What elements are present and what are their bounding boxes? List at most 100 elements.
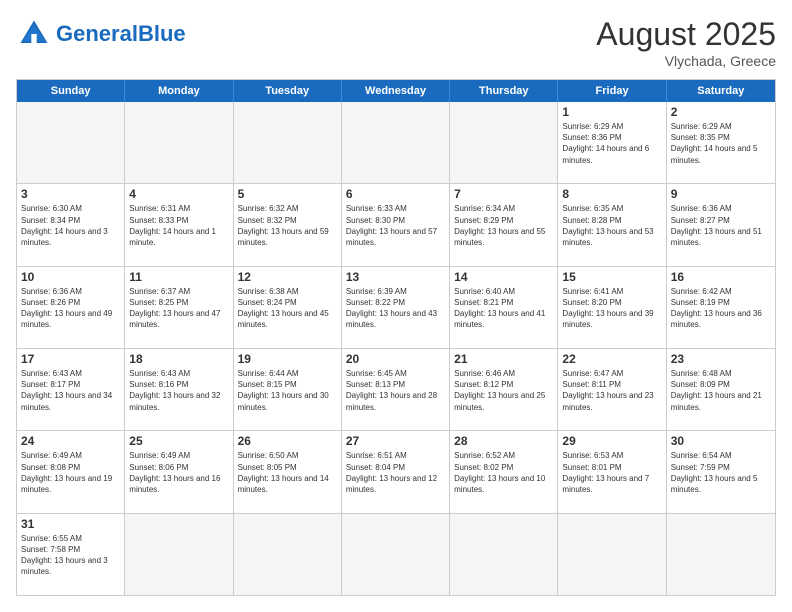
day-info: Sunrise: 6:40 AM Sunset: 8:21 PM Dayligh… bbox=[454, 286, 553, 331]
logo-blue: Blue bbox=[138, 21, 186, 46]
calendar-cell bbox=[234, 102, 342, 183]
calendar-cell bbox=[125, 102, 233, 183]
day-info: Sunrise: 6:37 AM Sunset: 8:25 PM Dayligh… bbox=[129, 286, 228, 331]
day-info: Sunrise: 6:29 AM Sunset: 8:36 PM Dayligh… bbox=[562, 121, 661, 166]
day-number: 18 bbox=[129, 352, 228, 366]
calendar-cell bbox=[667, 514, 775, 595]
day-info: Sunrise: 6:35 AM Sunset: 8:28 PM Dayligh… bbox=[562, 203, 661, 248]
calendar-week-6: 31 Sunrise: 6:55 AM Sunset: 7:58 PM Dayli… bbox=[17, 514, 775, 595]
day-number: 27 bbox=[346, 434, 445, 448]
day-info: Sunrise: 6:44 AM Sunset: 8:15 PM Dayligh… bbox=[238, 368, 337, 413]
calendar-cell bbox=[558, 514, 666, 595]
day-number: 1 bbox=[562, 105, 661, 119]
day-number: 17 bbox=[21, 352, 120, 366]
day-info: Sunrise: 6:42 AM Sunset: 8:19 PM Dayligh… bbox=[671, 286, 771, 331]
calendar-cell: 1 Sunrise: 6:29 AM Sunset: 8:36 PM Daylig… bbox=[558, 102, 666, 183]
day-number: 24 bbox=[21, 434, 120, 448]
calendar-cell: 31 Sunrise: 6:55 AM Sunset: 7:58 PM Dayli… bbox=[17, 514, 125, 595]
day-number: 11 bbox=[129, 270, 228, 284]
calendar-cell: 28 Sunrise: 6:52 AM Sunset: 8:02 PM Dayli… bbox=[450, 431, 558, 512]
title-block: August 2025 Vlychada, Greece bbox=[596, 16, 776, 69]
calendar-cell bbox=[450, 102, 558, 183]
calendar-cell: 20 Sunrise: 6:45 AM Sunset: 8:13 PM Dayli… bbox=[342, 349, 450, 430]
calendar-cell bbox=[17, 102, 125, 183]
day-number: 12 bbox=[238, 270, 337, 284]
day-info: Sunrise: 6:51 AM Sunset: 8:04 PM Dayligh… bbox=[346, 450, 445, 495]
calendar: SundayMondayTuesdayWednesdayThursdayFrid… bbox=[16, 79, 776, 596]
day-info: Sunrise: 6:34 AM Sunset: 8:29 PM Dayligh… bbox=[454, 203, 553, 248]
day-info: Sunrise: 6:47 AM Sunset: 8:11 PM Dayligh… bbox=[562, 368, 661, 413]
calendar-week-3: 10 Sunrise: 6:36 AM Sunset: 8:26 PM Dayli… bbox=[17, 267, 775, 349]
logo-text: GeneralBlue bbox=[56, 23, 186, 45]
calendar-cell: 2Sunrise: 6:29 AM Sunset: 8:35 PM Daylig… bbox=[667, 102, 775, 183]
day-number: 28 bbox=[454, 434, 553, 448]
day-info: Sunrise: 6:46 AM Sunset: 8:12 PM Dayligh… bbox=[454, 368, 553, 413]
day-info: Sunrise: 6:31 AM Sunset: 8:33 PM Dayligh… bbox=[129, 203, 228, 248]
calendar-week-5: 24 Sunrise: 6:49 AM Sunset: 8:08 PM Dayli… bbox=[17, 431, 775, 513]
day-number: 23 bbox=[671, 352, 771, 366]
calendar-cell: 17Sunrise: 6:43 AM Sunset: 8:17 PM Dayli… bbox=[17, 349, 125, 430]
day-info: Sunrise: 6:39 AM Sunset: 8:22 PM Dayligh… bbox=[346, 286, 445, 331]
calendar-cell: 25 Sunrise: 6:49 AM Sunset: 8:06 PM Dayli… bbox=[125, 431, 233, 512]
header: GeneralBlue August 2025 Vlychada, Greece bbox=[16, 16, 776, 69]
calendar-cell: 23Sunrise: 6:48 AM Sunset: 8:09 PM Dayli… bbox=[667, 349, 775, 430]
calendar-cell: 4 Sunrise: 6:31 AM Sunset: 8:33 PM Daylig… bbox=[125, 184, 233, 265]
header-day-thursday: Thursday bbox=[450, 80, 558, 102]
day-number: 16 bbox=[671, 270, 771, 284]
day-number: 5 bbox=[238, 187, 337, 201]
calendar-cell: 21 Sunrise: 6:46 AM Sunset: 8:12 PM Dayli… bbox=[450, 349, 558, 430]
subtitle: Vlychada, Greece bbox=[596, 53, 776, 69]
logo-general: General bbox=[56, 21, 138, 46]
day-number: 26 bbox=[238, 434, 337, 448]
day-number: 21 bbox=[454, 352, 553, 366]
day-info: Sunrise: 6:41 AM Sunset: 8:20 PM Dayligh… bbox=[562, 286, 661, 331]
day-number: 3 bbox=[21, 187, 120, 201]
header-day-sunday: Sunday bbox=[17, 80, 125, 102]
day-number: 13 bbox=[346, 270, 445, 284]
day-info: Sunrise: 6:30 AM Sunset: 8:34 PM Dayligh… bbox=[21, 203, 120, 248]
main-title: August 2025 bbox=[596, 16, 776, 53]
header-day-friday: Friday bbox=[558, 80, 666, 102]
day-number: 20 bbox=[346, 352, 445, 366]
header-day-wednesday: Wednesday bbox=[342, 80, 450, 102]
calendar-cell: 29 Sunrise: 6:53 AM Sunset: 8:01 PM Dayli… bbox=[558, 431, 666, 512]
calendar-cell: 16 Sunrise: 6:42 AM Sunset: 8:19 PM Dayli… bbox=[667, 267, 775, 348]
day-number: 7 bbox=[454, 187, 553, 201]
day-number: 15 bbox=[562, 270, 661, 284]
calendar-cell: 6Sunrise: 6:33 AM Sunset: 8:30 PM Daylig… bbox=[342, 184, 450, 265]
day-number: 2 bbox=[671, 105, 771, 119]
day-number: 25 bbox=[129, 434, 228, 448]
calendar-header-row: SundayMondayTuesdayWednesdayThursdayFrid… bbox=[17, 80, 775, 102]
day-number: 30 bbox=[671, 434, 771, 448]
logo: GeneralBlue bbox=[16, 16, 186, 52]
calendar-cell: 22 Sunrise: 6:47 AM Sunset: 8:11 PM Dayli… bbox=[558, 349, 666, 430]
day-info: Sunrise: 6:52 AM Sunset: 8:02 PM Dayligh… bbox=[454, 450, 553, 495]
day-info: Sunrise: 6:33 AM Sunset: 8:30 PM Dayligh… bbox=[346, 203, 445, 248]
day-info: Sunrise: 6:55 AM Sunset: 7:58 PM Dayligh… bbox=[21, 533, 120, 578]
day-info: Sunrise: 6:36 AM Sunset: 8:26 PM Dayligh… bbox=[21, 286, 120, 331]
day-info: Sunrise: 6:54 AM Sunset: 7:59 PM Dayligh… bbox=[671, 450, 771, 495]
day-info: Sunrise: 6:36 AM Sunset: 8:27 PM Dayligh… bbox=[671, 203, 771, 248]
day-number: 14 bbox=[454, 270, 553, 284]
calendar-week-2: 3 Sunrise: 6:30 AM Sunset: 8:34 PM Daylig… bbox=[17, 184, 775, 266]
day-info: Sunrise: 6:53 AM Sunset: 8:01 PM Dayligh… bbox=[562, 450, 661, 495]
day-info: Sunrise: 6:50 AM Sunset: 8:05 PM Dayligh… bbox=[238, 450, 337, 495]
day-number: 4 bbox=[129, 187, 228, 201]
calendar-cell: 27 Sunrise: 6:51 AM Sunset: 8:04 PM Dayli… bbox=[342, 431, 450, 512]
day-number: 22 bbox=[562, 352, 661, 366]
day-number: 10 bbox=[21, 270, 120, 284]
day-info: Sunrise: 6:45 AM Sunset: 8:13 PM Dayligh… bbox=[346, 368, 445, 413]
calendar-cell: 11 Sunrise: 6:37 AM Sunset: 8:25 PM Dayli… bbox=[125, 267, 233, 348]
calendar-cell bbox=[125, 514, 233, 595]
day-info: Sunrise: 6:49 AM Sunset: 8:08 PM Dayligh… bbox=[21, 450, 120, 495]
calendar-cell: 26 Sunrise: 6:50 AM Sunset: 8:05 PM Dayli… bbox=[234, 431, 342, 512]
header-day-monday: Monday bbox=[125, 80, 233, 102]
day-number: 29 bbox=[562, 434, 661, 448]
day-info: Sunrise: 6:43 AM Sunset: 8:16 PM Dayligh… bbox=[129, 368, 228, 413]
calendar-cell: 12Sunrise: 6:38 AM Sunset: 8:24 PM Dayli… bbox=[234, 267, 342, 348]
calendar-cell: 9 Sunrise: 6:36 AM Sunset: 8:27 PM Daylig… bbox=[667, 184, 775, 265]
day-info: Sunrise: 6:49 AM Sunset: 8:06 PM Dayligh… bbox=[129, 450, 228, 495]
day-number: 9 bbox=[671, 187, 771, 201]
day-number: 31 bbox=[21, 517, 120, 531]
calendar-cell: 15 Sunrise: 6:41 AM Sunset: 8:20 PM Dayli… bbox=[558, 267, 666, 348]
